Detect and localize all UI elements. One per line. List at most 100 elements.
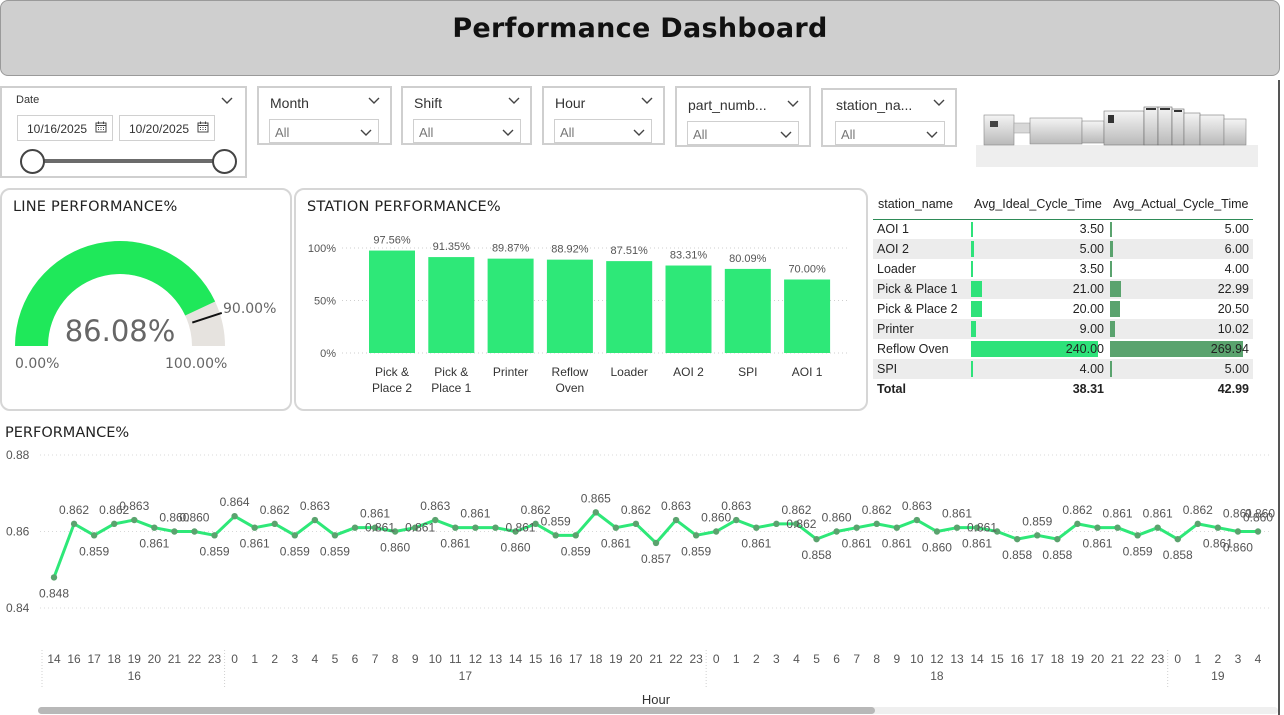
y-tick-label: 50% (314, 296, 336, 308)
month-slicer-title: Month (270, 95, 309, 111)
table-row: SPI 4.00 5.00 (873, 359, 1253, 379)
x-tick-label: 21 (1111, 652, 1125, 666)
hour-slicer[interactable]: Hour All (542, 86, 665, 145)
station-name-cell: Pick & Place 2 (877, 302, 958, 316)
x-tick-label: 20 (629, 652, 643, 666)
data-label: 0.863 (119, 499, 149, 513)
x-category-label: AOI 2 (673, 365, 704, 379)
date-range-end-handle[interactable] (212, 149, 237, 174)
data-point (1114, 524, 1121, 531)
x-tick-label: 0 (1174, 652, 1181, 666)
data-label: 0.865 (581, 491, 611, 505)
data-label: 0.859 (280, 544, 310, 558)
date-slicer[interactable]: Date 10/16/2025 10/20/2025 (0, 86, 247, 178)
total-label: Total (877, 382, 906, 396)
data-point (833, 528, 840, 535)
data-point (612, 524, 620, 531)
x-tick-label: 23 (1151, 652, 1165, 666)
data-label: 0.859 (681, 544, 711, 558)
part-number-dropdown[interactable]: All (687, 121, 799, 145)
x-tick-label: 18 (589, 652, 603, 666)
date-range-track[interactable] (32, 159, 225, 163)
x-tick-label: 7 (372, 652, 379, 666)
chevron-down-icon[interactable] (508, 94, 520, 106)
bar-value-label: 91.35% (433, 241, 471, 253)
avg-actual-cell: 4.00 (1108, 259, 1253, 279)
data-label: 0.862 (862, 503, 892, 517)
actual-databar (1110, 221, 1113, 237)
x-tick-label: 5 (332, 652, 339, 666)
data-point (90, 532, 98, 539)
hour-dropdown[interactable]: All (554, 119, 652, 143)
chevron-down-icon[interactable] (368, 94, 380, 106)
actual-databar (1110, 281, 1122, 297)
x-tick-label: 14 (509, 652, 523, 666)
table-total-row: Total 38.31 42.99 (873, 379, 1253, 399)
data-label: 0.861 (240, 537, 270, 551)
shift-slicer[interactable]: Shift All (401, 86, 532, 145)
line-performance-gauge: 86.08% 0.00% 100.00% 90.00% (15, 241, 276, 372)
month-dropdown-value: All (275, 125, 290, 140)
calendar-icon[interactable] (197, 121, 209, 133)
x-tick-label: 18 (1051, 652, 1065, 666)
ideal-databar (971, 361, 974, 377)
station-name-cell: Printer (873, 319, 969, 339)
chevron-down-icon[interactable] (360, 126, 372, 138)
x-tick-label: 18 (108, 652, 122, 666)
data-point (291, 532, 298, 539)
data-point (211, 532, 218, 539)
x-tick-label: 17 (87, 652, 101, 666)
x-tick-label: 20 (148, 652, 162, 666)
data-label: 0.859 (79, 544, 109, 558)
ideal-databar (971, 261, 973, 277)
month-dropdown[interactable]: All (269, 119, 379, 143)
shift-dropdown[interactable]: All (413, 119, 521, 143)
chevron-down-icon[interactable] (780, 128, 792, 140)
data-label: 0.848 (39, 586, 69, 600)
column-header-station-name[interactable]: station_name (873, 190, 969, 220)
chevron-down-icon[interactable] (221, 94, 233, 106)
data-point (1214, 524, 1222, 531)
x-tick-label: 1 (251, 652, 258, 666)
chevron-down-icon[interactable] (933, 96, 945, 108)
bar-2 (428, 257, 475, 353)
x-tick-label: 14 (970, 652, 984, 666)
avg-actual-cell: 5.00 (1108, 359, 1253, 379)
start-date-input[interactable]: 10/16/2025 (17, 115, 113, 141)
chevron-down-icon[interactable] (641, 94, 653, 106)
chevron-down-icon[interactable] (926, 128, 938, 140)
x-category-label: Pick & Place 2 (372, 365, 412, 395)
x-tick-label: 9 (412, 652, 419, 666)
column-header-avg-actual[interactable]: Avg_Actual_Cycle_Time (1108, 190, 1253, 220)
end-date-input[interactable]: 10/20/2025 (119, 115, 215, 141)
part-number-slicer[interactable]: part_numb... All (675, 86, 811, 147)
column-header-avg-ideal[interactable]: Avg_Ideal_Cycle_Time (969, 190, 1108, 220)
chevron-down-icon[interactable] (633, 126, 645, 138)
x-tick-label: 4 (312, 652, 319, 666)
x-tick-label: 12 (469, 652, 483, 666)
data-point (592, 509, 599, 516)
x-category-label: AOI 1 (792, 365, 823, 379)
date-range-start-handle[interactable] (20, 149, 45, 174)
horizontal-scrollbar-thumb[interactable] (38, 707, 875, 714)
data-point (351, 524, 359, 531)
data-label: 0.859 (200, 544, 230, 558)
chevron-down-icon[interactable] (787, 97, 799, 109)
station-name-dropdown[interactable]: All (835, 121, 945, 145)
data-point (893, 524, 900, 531)
station-name-slicer-title: station_na... (836, 97, 913, 113)
month-slicer[interactable]: Month All (257, 86, 392, 145)
page-edge-divider (1278, 80, 1280, 715)
x-tick-label: 8 (873, 652, 880, 666)
station-name-dropdown-value: All (841, 127, 856, 142)
x-tick-label: 12 (930, 652, 944, 666)
data-point (231, 513, 238, 520)
table-row: Loader 3.50 4.00 (873, 259, 1253, 279)
station-name-slicer[interactable]: station_na... All (821, 88, 957, 147)
ideal-databar (971, 301, 982, 317)
ideal-value: 5.00 (1079, 242, 1104, 256)
chevron-down-icon[interactable] (502, 126, 514, 138)
x-tick-label: 3 (291, 652, 298, 666)
calendar-icon[interactable] (95, 121, 107, 133)
x-tick-label: 7 (853, 652, 860, 666)
